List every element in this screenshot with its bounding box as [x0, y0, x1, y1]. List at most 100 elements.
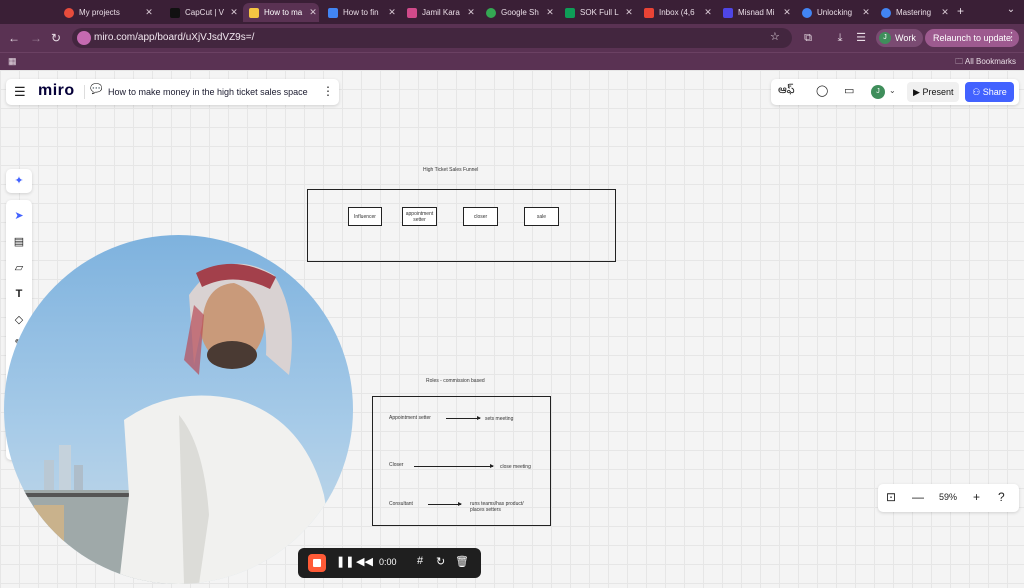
reactions-icon[interactable]: ఆఫ్‌	[778, 84, 795, 99]
zoom-out-icon[interactable]: —	[912, 490, 924, 504]
arrow-connector[interactable]	[414, 464, 494, 468]
browser-tab[interactable]: CapCut | V ✕	[164, 3, 240, 22]
role-label[interactable]: Closer	[389, 462, 403, 468]
arrow-connector[interactable]	[428, 502, 462, 506]
funnel-title[interactable]: High Ticket Sales Funnel	[423, 167, 478, 173]
text-tool-icon[interactable]: T	[11, 286, 27, 302]
tab-favicon-icon	[249, 7, 259, 18]
board-menu-icon[interactable]: ⋮	[322, 84, 334, 98]
tab-close-icon[interactable]: ✕	[781, 7, 793, 18]
fit-to-screen-icon[interactable]: ⊡	[886, 490, 896, 504]
site-info-icon[interactable]	[77, 31, 91, 45]
address-bar[interactable]: miro.com/app/board/uXjVJsdVZ9s=/ ☆	[72, 28, 792, 48]
url-text[interactable]: miro.com/app/board/uXjVJsdVZ9s=/	[94, 32, 254, 43]
present-button[interactable]: ▶ Present	[907, 82, 960, 102]
tab-favicon-icon	[565, 7, 575, 18]
profile-avatar: J	[879, 32, 891, 44]
back-icon[interactable]: ←	[6, 30, 22, 46]
tab-favicon-icon	[64, 7, 74, 18]
tab-close-icon[interactable]: ✕	[386, 7, 398, 18]
webcam-overlay[interactable]	[4, 235, 353, 584]
browser-tab[interactable]: Mastering ✕	[875, 3, 951, 22]
browser-tab[interactable]: SOK Full L ✕	[559, 3, 635, 22]
sticky-note-icon[interactable]: ▱	[11, 260, 27, 276]
trash-icon[interactable]: 🗑	[455, 555, 469, 568]
download-icon[interactable]: ⤓	[833, 31, 847, 45]
funnel-node[interactable]: closer	[463, 207, 498, 226]
tab-close-icon[interactable]: ✕	[702, 7, 714, 18]
collaboration-toolbar: ఆఫ్‌ ◯ ▭ J ⌄ ▶ Present ⚇ Share	[771, 79, 1019, 105]
chrome-menu-icon[interactable]: ⋮	[1006, 30, 1017, 43]
apps-grid-icon[interactable]: ▦	[8, 56, 17, 67]
help-icon[interactable]: ?	[998, 490, 1005, 504]
browser-toolbar: ← → ↻ miro.com/app/board/uXjVJsdVZ9s=/ ☆…	[0, 24, 1024, 52]
browser-tab[interactable]: How to fin ✕	[322, 3, 398, 22]
new-tab-button[interactable]: +	[957, 4, 964, 18]
ai-assist-icon[interactable]: ✦	[6, 169, 32, 193]
browser-tab-active[interactable]: How to ma ✕	[243, 3, 319, 22]
board-emoji-icon: 💬	[90, 84, 103, 95]
roles-title[interactable]: Roles - commission based	[426, 378, 485, 384]
browser-tab[interactable]: Unlocking ✕	[796, 3, 872, 22]
forward-icon[interactable]: →	[28, 30, 44, 46]
tab-favicon-icon	[644, 7, 654, 18]
board-title[interactable]: How to make money in the high ticket sal…	[108, 87, 308, 97]
grid-icon[interactable]: #	[417, 555, 423, 567]
browser-tab[interactable]: Misnad Mi ✕	[717, 3, 793, 22]
share-button[interactable]: ⚇ Share	[965, 82, 1014, 102]
funnel-node[interactable]: Influencer	[348, 207, 382, 226]
profile-button[interactable]: J Work	[876, 29, 923, 47]
tab-close-icon[interactable]: ✕	[228, 7, 240, 18]
tab-close-icon[interactable]: ✕	[939, 7, 951, 18]
reading-list-icon[interactable]: ☰	[854, 31, 868, 45]
select-cursor-icon[interactable]: ➤	[11, 208, 27, 224]
browser-tab[interactable]: My projects ✕	[58, 3, 155, 22]
hamburger-menu-icon[interactable]: ☰	[14, 84, 26, 100]
zoom-in-icon[interactable]: +	[973, 490, 980, 504]
video-call-icon[interactable]: ▭	[844, 84, 854, 97]
chevron-down-icon[interactable]: ⌄	[889, 86, 896, 95]
arrow-connector[interactable]	[446, 416, 481, 420]
tab-close-icon[interactable]: ✕	[465, 7, 477, 18]
tab-favicon-icon	[407, 7, 417, 18]
browser-tab[interactable]: Inbox (4,6 ✕	[638, 3, 714, 22]
tab-close-icon[interactable]: ✕	[143, 7, 155, 18]
zoom-level[interactable]: 59%	[939, 492, 957, 502]
bookmark-star-icon[interactable]: ☆	[770, 30, 780, 43]
funnel-node[interactable]: appointment setter	[402, 207, 437, 226]
tab-close-icon[interactable]: ✕	[307, 7, 319, 18]
tab-close-icon[interactable]: ✕	[623, 7, 635, 18]
comments-icon[interactable]: ◯	[816, 84, 828, 97]
tab-search-icon[interactable]: ⌄	[1003, 4, 1019, 20]
browser-tab[interactable]: Google Sh ✕	[480, 3, 556, 22]
templates-icon[interactable]: ▤	[11, 234, 27, 250]
bookmarks-bar: ▦ 🗀 All Bookmarks	[0, 52, 1024, 70]
relaunch-button[interactable]: Relaunch to update	[925, 29, 1020, 47]
pause-icon[interactable]: ❚❚	[336, 555, 354, 568]
tab-favicon-icon	[881, 7, 891, 18]
all-bookmarks-link[interactable]: 🗀 All Bookmarks	[955, 56, 1016, 70]
stop-recording-button[interactable]	[308, 554, 326, 572]
browser-tab-strip: My projects ✕ CapCut | V ✕ How to ma ✕ How …	[0, 0, 1024, 24]
miro-logo[interactable]: miro	[38, 82, 75, 100]
divider	[84, 85, 85, 99]
recording-toolbar: ❚❚ ◀◀ 0:00 # ↻ 🗑	[298, 548, 481, 578]
tab-close-icon[interactable]: ✕	[544, 7, 556, 18]
rewind-icon[interactable]: ◀◀	[356, 555, 373, 568]
user-avatar[interactable]: J	[871, 85, 885, 99]
browser-tab[interactable]: Jamil Kara ✕	[401, 3, 477, 22]
extensions-icon[interactable]: ⧉	[801, 31, 815, 45]
reload-icon[interactable]: ↻	[48, 30, 64, 46]
restart-icon[interactable]: ↻	[436, 555, 445, 568]
play-icon: ▶	[913, 87, 920, 97]
funnel-node[interactable]: sale	[524, 207, 559, 226]
role-label[interactable]: Consultant	[389, 501, 413, 507]
role-label[interactable]: Appointment setter	[389, 415, 431, 421]
tab-close-icon[interactable]: ✕	[860, 7, 872, 18]
role-action[interactable]: runs teams/has product/ places setters	[470, 501, 532, 513]
profile-name: Work	[895, 33, 916, 43]
zoom-controls: ⊡ — 59% + ?	[878, 484, 1019, 512]
role-action[interactable]: sets meeting	[485, 416, 513, 422]
share-user-icon: ⚇	[972, 87, 981, 97]
role-action[interactable]: close meeting	[500, 464, 531, 470]
